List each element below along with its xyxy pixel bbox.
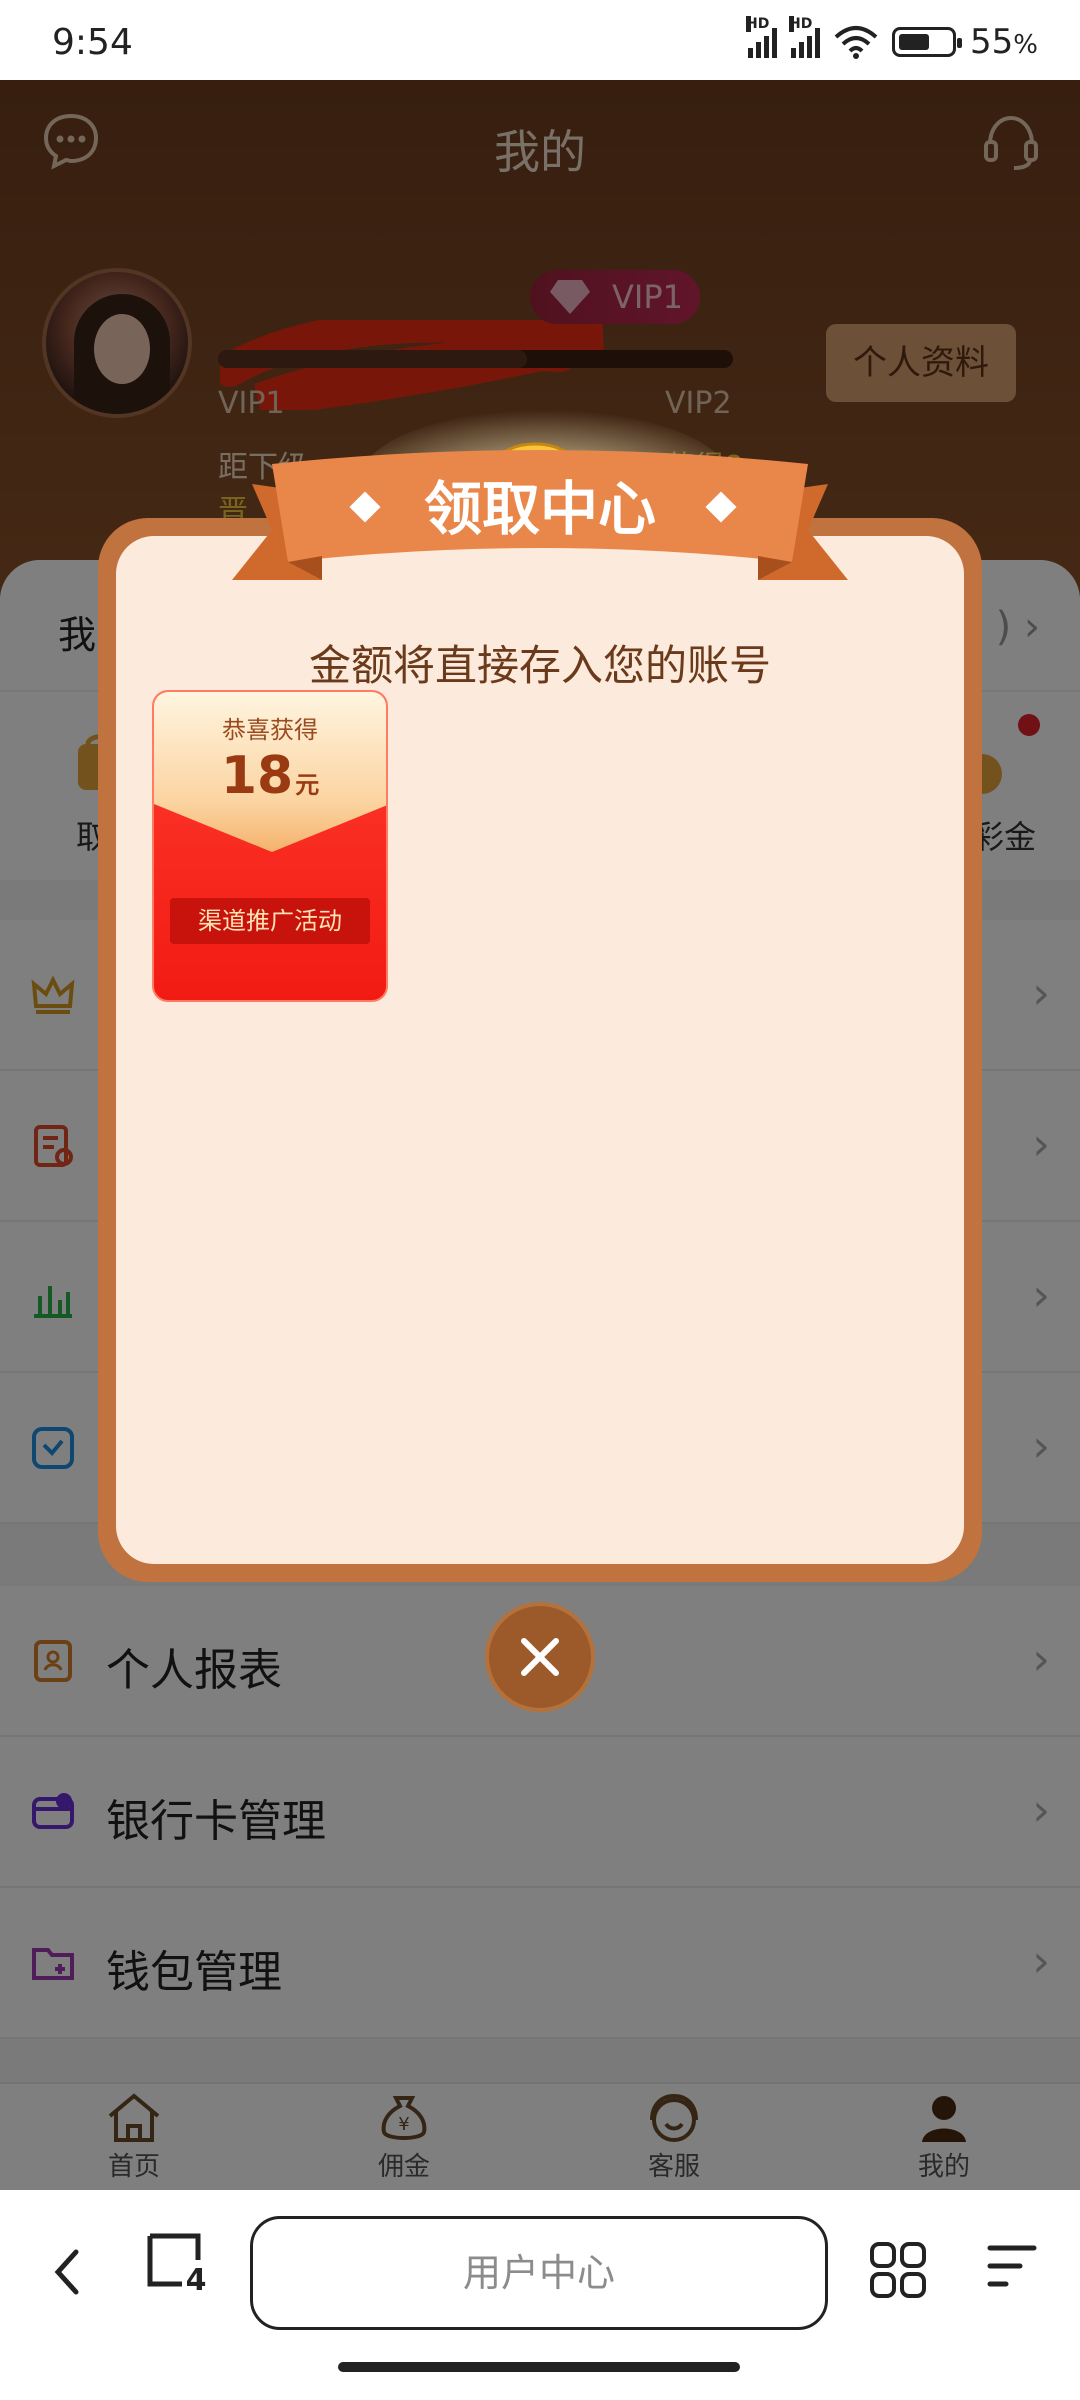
apps-grid-icon[interactable] <box>868 2240 928 2300</box>
modal-title: 领取中心 <box>423 475 656 543</box>
status-time: 9:54 <box>52 22 133 63</box>
reward-congrats: 恭喜获得 <box>222 716 318 744</box>
svg-text:4: 4 <box>186 2263 207 2294</box>
reward-modal: 金额将直接存入您的账号 <box>98 518 982 1582</box>
battery-percent: 55% <box>970 22 1038 62</box>
signal-icon: HD <box>746 16 778 58</box>
wifi-icon <box>834 26 878 59</box>
battery-icon <box>892 27 963 57</box>
home-indicator[interactable] <box>338 2362 740 2372</box>
menu-icon[interactable] <box>984 2240 1040 2292</box>
browser-toolbar: 4 用户中心 <box>0 2190 1080 2400</box>
modal-subtitle: 金额将直接存入您的账号 <box>308 641 771 690</box>
back-arrow-icon[interactable] <box>42 2242 92 2302</box>
reward-card[interactable]: 恭喜获得 18元 渠道推广活动 <box>152 690 388 1002</box>
address-bar[interactable]: 用户中心 <box>250 2216 828 2330</box>
close-button[interactable] <box>485 1602 595 1712</box>
reward-tag: 渠道推广活动 <box>170 898 370 944</box>
tabs-icon[interactable]: 4 <box>146 2232 208 2294</box>
status-icons: HD HD 55% <box>746 16 1038 62</box>
close-icon <box>521 1638 559 1676</box>
reward-amount: 18元 <box>220 746 320 806</box>
status-bar: 9:54 HD HD 55% <box>0 0 1080 80</box>
signal-icon-2: HD <box>789 16 821 58</box>
